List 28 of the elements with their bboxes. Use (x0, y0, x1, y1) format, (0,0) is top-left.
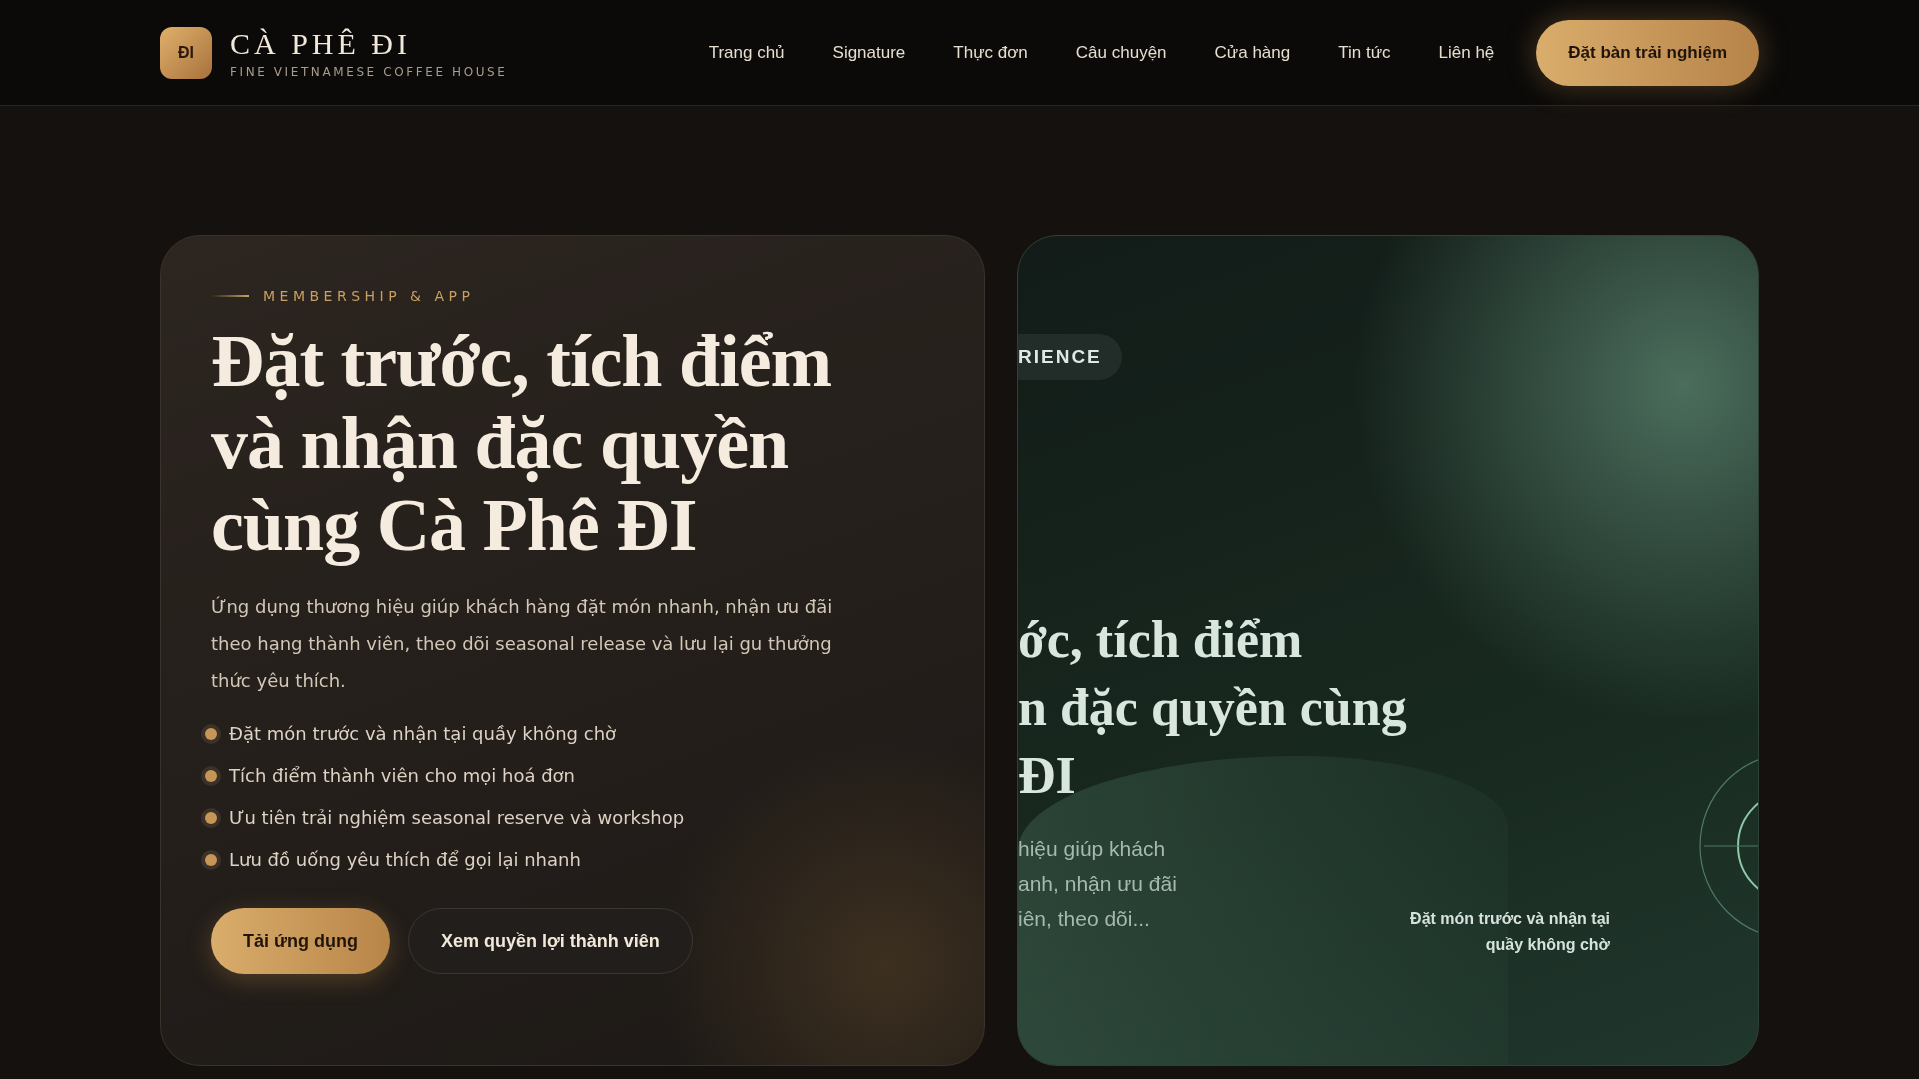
brand-tagline: FINE VIETNAMESE COFFEE HOUSE (230, 64, 508, 79)
bullet-icon (205, 727, 217, 740)
nav-link[interactable]: Trang chủ (708, 42, 785, 63)
reservation-button[interactable]: Đặt bàn trải nghiệm (1536, 19, 1759, 86)
membership-description: Ứng dụng thương hiệu giúp khách hàng đặt món nhanh, nhận ưu đãi theo hạng thành viên, theo dõi seasonal release và lưu lại gu thưởng thức yêu thích. (211, 595, 834, 693)
benefit-text: Đặt món trước và nhận tại quầy không chờ (229, 723, 617, 744)
brand-name[interactable]: CÀ PHÊ ĐI (230, 26, 508, 61)
nav-link[interactable]: Tin tức (1338, 42, 1391, 63)
preview-heading: ớc, tích điểm n đặc quyền cùng ĐI (1018, 610, 1407, 806)
nav-link[interactable]: Liên hệ (1438, 42, 1495, 63)
benefit-text: Tích điểm thành viên cho mọi hoá đơn (229, 765, 575, 786)
download-app-button[interactable]: Tải ứng dụng (211, 908, 390, 974)
benefit-text: Ưu tiên trải nghiệm seasonal reserve và workshop (229, 807, 685, 828)
preview-badge: RIENCE (1018, 334, 1122, 380)
bullet-icon (205, 811, 217, 824)
preview-caption: Đặt món trước và nhận tại quầy không chờ (1409, 909, 1610, 955)
nav-link[interactable]: Câu chuyện (1075, 42, 1167, 63)
preview-text: hiệu giúp khách anh, nhận ưu đãi iên, theo dõi... (1018, 836, 1177, 932)
section-eyebrow: MEMBERSHIP & APP (263, 288, 475, 304)
nav-link[interactable]: Signature (832, 42, 906, 63)
bullet-icon (205, 769, 217, 782)
logo-badge[interactable]: ĐI (160, 26, 212, 79)
nav-link[interactable]: Cửa hàng (1214, 42, 1291, 63)
membership-heading: Đặt trước, tích điểm và nhận đặc quyền cùng Cà Phê ĐI (211, 320, 833, 566)
nav-link[interactable]: Thực đơn (953, 42, 1028, 63)
benefit-text: Lưu đồ uống yêu thích để gọi lại nhanh (229, 849, 581, 870)
bullet-icon (205, 853, 217, 866)
member-benefits-button[interactable]: Xem quyền lợi thành viên (408, 908, 693, 974)
